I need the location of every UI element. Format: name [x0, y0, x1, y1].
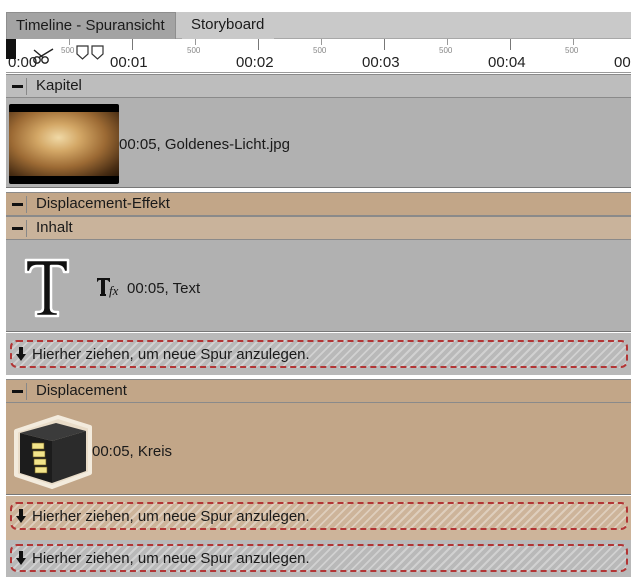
clip-label: 00:05, Goldenes-Licht.jpg [119, 136, 290, 153]
collapse-icon[interactable] [10, 78, 27, 95]
image-track[interactable]: 00:05, Goldenes-Licht.jpg [6, 98, 631, 188]
ruler-tick [132, 39, 133, 50]
ruler-time-label: 00:04 [488, 54, 526, 71]
ruler-tick [384, 39, 385, 50]
group-header-displacement-effekt[interactable]: Displacement-Effekt [6, 192, 631, 216]
group-title: Inhalt [36, 219, 73, 236]
playhead-marker[interactable] [6, 39, 16, 59]
image-thumbnail[interactable] [9, 104, 119, 184]
ruler-sub-label: 500 [187, 46, 201, 55]
ruler-sub-label: 500 [313, 46, 327, 55]
tab-storyboard[interactable]: Storyboard [182, 12, 274, 39]
ruler-time-label: 00:01 [110, 54, 148, 71]
tab-label: Storyboard [191, 16, 265, 33]
svg-text:fx: fx [109, 283, 119, 298]
text-t-icon[interactable] [22, 256, 72, 318]
arrow-down-icon [16, 551, 26, 565]
collapse-icon[interactable] [10, 196, 27, 213]
cube-icon[interactable] [12, 411, 92, 489]
ruler-time-label: 00 [614, 54, 631, 71]
kreis-track[interactable]: 00:05, Kreis [6, 403, 631, 495]
arrow-down-icon [16, 509, 26, 523]
clip-label: 00:05, Kreis [92, 443, 173, 460]
text-fx-icon: fx [97, 278, 119, 298]
dropzone-label: Hierher ziehen, um neue Spur anzulegen. [32, 346, 310, 363]
ruler-sub-label: 500 [439, 46, 453, 55]
group-title: Displacement-Effekt [36, 195, 170, 212]
tab-label: Timeline - Spuransicht [16, 17, 165, 34]
ruler-tick [573, 39, 574, 45]
tab-bar: Timeline - Spuransicht Storyboard [6, 12, 631, 39]
ruler-sub-label: 500 [61, 46, 75, 55]
clip-label: 00:05, Text [127, 280, 201, 297]
new-track-dropzone[interactable]: Hierher ziehen, um neue Spur anzulegen. [10, 340, 628, 368]
ruler-sub-label: 500 [565, 46, 579, 55]
ruler-tick [321, 39, 322, 45]
timeline-window: Timeline - Spuransicht Storyboard 500 50… [0, 0, 631, 577]
text-track[interactable]: fx 00:05, Text [6, 240, 631, 332]
group-header-displacement[interactable]: Displacement [6, 379, 631, 403]
ruler-tick [447, 39, 448, 45]
time-ruler[interactable]: 500 500 500 500 500 0:00 00:01 00:02 00:… [6, 39, 631, 73]
dropzone-label: Hierher ziehen, um neue Spur anzulegen. [32, 550, 310, 567]
new-track-dropzone[interactable]: Hierher ziehen, um neue Spur anzulegen. [10, 544, 628, 572]
arrow-down-icon [16, 347, 26, 361]
golden-light-image [9, 112, 119, 176]
dropzone-label: Hierher ziehen, um neue Spur anzulegen. [32, 508, 310, 525]
ruler-tick [510, 39, 511, 50]
tab-timeline-spuransicht[interactable]: Timeline - Spuransicht [6, 12, 176, 39]
group-header-inhalt[interactable]: Inhalt [6, 216, 631, 240]
ruler-time-label: 00:02 [236, 54, 274, 71]
new-track-dropzone[interactable]: Hierher ziehen, um neue Spur anzulegen. [10, 502, 628, 530]
ruler-tick [258, 39, 259, 50]
scissors-icon[interactable] [31, 47, 57, 65]
collapse-icon[interactable] [10, 383, 27, 400]
ruler-time-label: 00:03 [362, 54, 400, 71]
group-header-kapitel[interactable]: Kapitel [6, 74, 631, 98]
group-title: Displacement [36, 382, 127, 399]
bookmark-marker-icon[interactable] [91, 45, 104, 60]
collapse-icon[interactable] [10, 220, 27, 237]
group-title: Kapitel [36, 77, 82, 94]
ruler-tick [69, 39, 70, 45]
ruler-tick [195, 39, 196, 45]
bookmark-marker-icon[interactable] [76, 45, 89, 60]
